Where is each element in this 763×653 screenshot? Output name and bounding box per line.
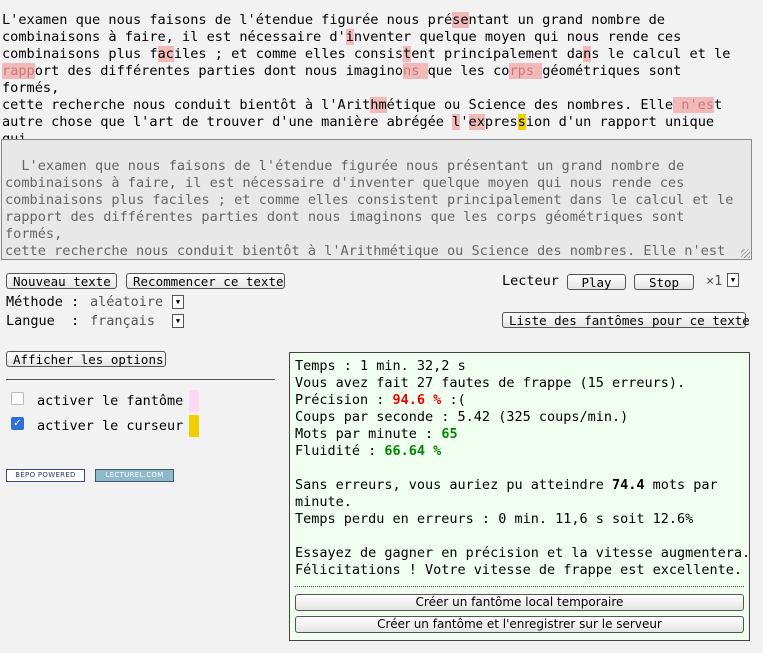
reader-label: Lecteur — [502, 273, 559, 289]
typed-text: L'examen que nous faisons de l'étendue f… — [5, 158, 734, 259]
method-select[interactable]: aléatoire — [90, 294, 163, 310]
typing-input[interactable]: L'examen que nous faisons de l'étendue f… — [1, 139, 752, 260]
stat-cps: Coups par seconde : 5.42 (325 coups/min.… — [295, 409, 629, 425]
language-label: Langue : — [6, 313, 80, 329]
show-options-button[interactable]: Afficher les options — [6, 351, 166, 367]
source-text-segment: s le calcul et le — [591, 46, 731, 62]
source-text-segment: que les co — [427, 63, 510, 79]
error-highlight: rps — [509, 63, 543, 79]
error-highlight: t — [403, 46, 412, 62]
method-label: Méthode : — [6, 294, 80, 310]
stat-no-errors: Sans erreurs, vous auriez pu atteindre 7… — [295, 477, 718, 493]
play-button[interactable]: Play — [567, 274, 626, 290]
stat-no-errors-cont: minute. — [295, 494, 352, 510]
fluidity-value: 66.64 % — [384, 443, 442, 459]
new-text-button[interactable]: Nouveau texte — [6, 273, 117, 289]
language-dropdown-icon[interactable]: ▼ — [172, 314, 184, 328]
create-local-ghost-button[interactable]: Créer un fantôme local temporaire — [295, 594, 744, 611]
speed-select-value[interactable]: ×1 — [706, 273, 722, 289]
cursor-color-swatch[interactable] — [189, 415, 199, 437]
resize-grip-icon[interactable] — [741, 249, 750, 258]
lecturel-badge[interactable]: LECTUREL.COM — [95, 469, 174, 482]
stat-wpm: Mots par minute : 65 — [295, 426, 458, 442]
source-text-segment: ent principalement da — [411, 46, 584, 62]
cursor-checkbox[interactable]: ✓ — [11, 417, 24, 430]
stat-congrats: Félicitations ! Votre vitesse de frappe … — [295, 562, 743, 578]
error-highlight: i — [345, 29, 354, 45]
source-text-segment: ort des différentes parties dont nous im… — [34, 63, 404, 79]
source-text-segment: L'examen que nous faisons de l'étendue f… — [2, 12, 453, 28]
no-errors-value: 74.4 — [611, 477, 645, 493]
error-highlight: ns — [403, 63, 428, 79]
restart-text-button[interactable]: Recommencer ce texte — [126, 273, 285, 289]
source-text-segment: pres — [484, 114, 518, 130]
stop-button[interactable]: Stop — [634, 274, 694, 290]
cursor-highlight: s — [517, 114, 526, 130]
stats-panel: Temps : 1 min. 32,2 s Vous avez fait 27 … — [289, 352, 750, 641]
wpm-value: 65 — [441, 426, 458, 442]
ghost-label: activer le fantôme — [37, 393, 184, 409]
error-highlight: ex — [468, 114, 485, 130]
bepo-powered-badge[interactable]: BÉPO POWERED — [6, 469, 85, 482]
stat-fluidity: Fluidité : 66.64 % — [295, 443, 442, 459]
ghost-checkbox[interactable] — [11, 392, 24, 405]
ghost-list-button[interactable]: Liste des fantômes pour ce texte — [502, 312, 750, 328]
stat-faults: Vous avez fait 27 fautes de frappe (15 e… — [295, 375, 686, 391]
speed-dropdown-icon[interactable]: ▼ — [727, 273, 739, 287]
method-dropdown-icon[interactable]: ▼ — [172, 295, 184, 309]
options-divider — [6, 379, 275, 380]
stats-divider — [295, 586, 744, 587]
create-server-ghost-button[interactable]: Créer un fantôme et l'enregistrer sur le… — [295, 616, 744, 633]
error-highlight: n'es — [673, 97, 715, 113]
stat-time: Temps : 1 min. 32,2 s — [295, 358, 466, 374]
language-select[interactable]: français — [90, 313, 155, 329]
source-text-segment: iles ; et comme elles consis — [173, 46, 404, 62]
stat-lost-time: Temps perdu en erreurs : 0 min. 11,6 s s… — [295, 511, 694, 527]
error-highlight: hm — [370, 97, 387, 113]
source-text-segment: étique ou Science des nombres. Elle — [386, 97, 674, 113]
precision-value: 94.6 % — [392, 392, 442, 408]
error-highlight: se — [452, 12, 469, 28]
stat-precision: Précision : 94.6 % :( — [295, 392, 466, 408]
source-text-segment: ' — [460, 114, 469, 130]
error-highlight: rapp — [2, 63, 35, 79]
cursor-label: activer le curseur — [37, 418, 184, 434]
error-highlight: ac — [157, 46, 174, 62]
source-text: L'examen que nous faisons de l'étendue f… — [2, 12, 742, 148]
ghost-color-swatch[interactable] — [189, 390, 199, 412]
stat-advice: Essayez de gagner en précision et la vit… — [295, 545, 751, 561]
